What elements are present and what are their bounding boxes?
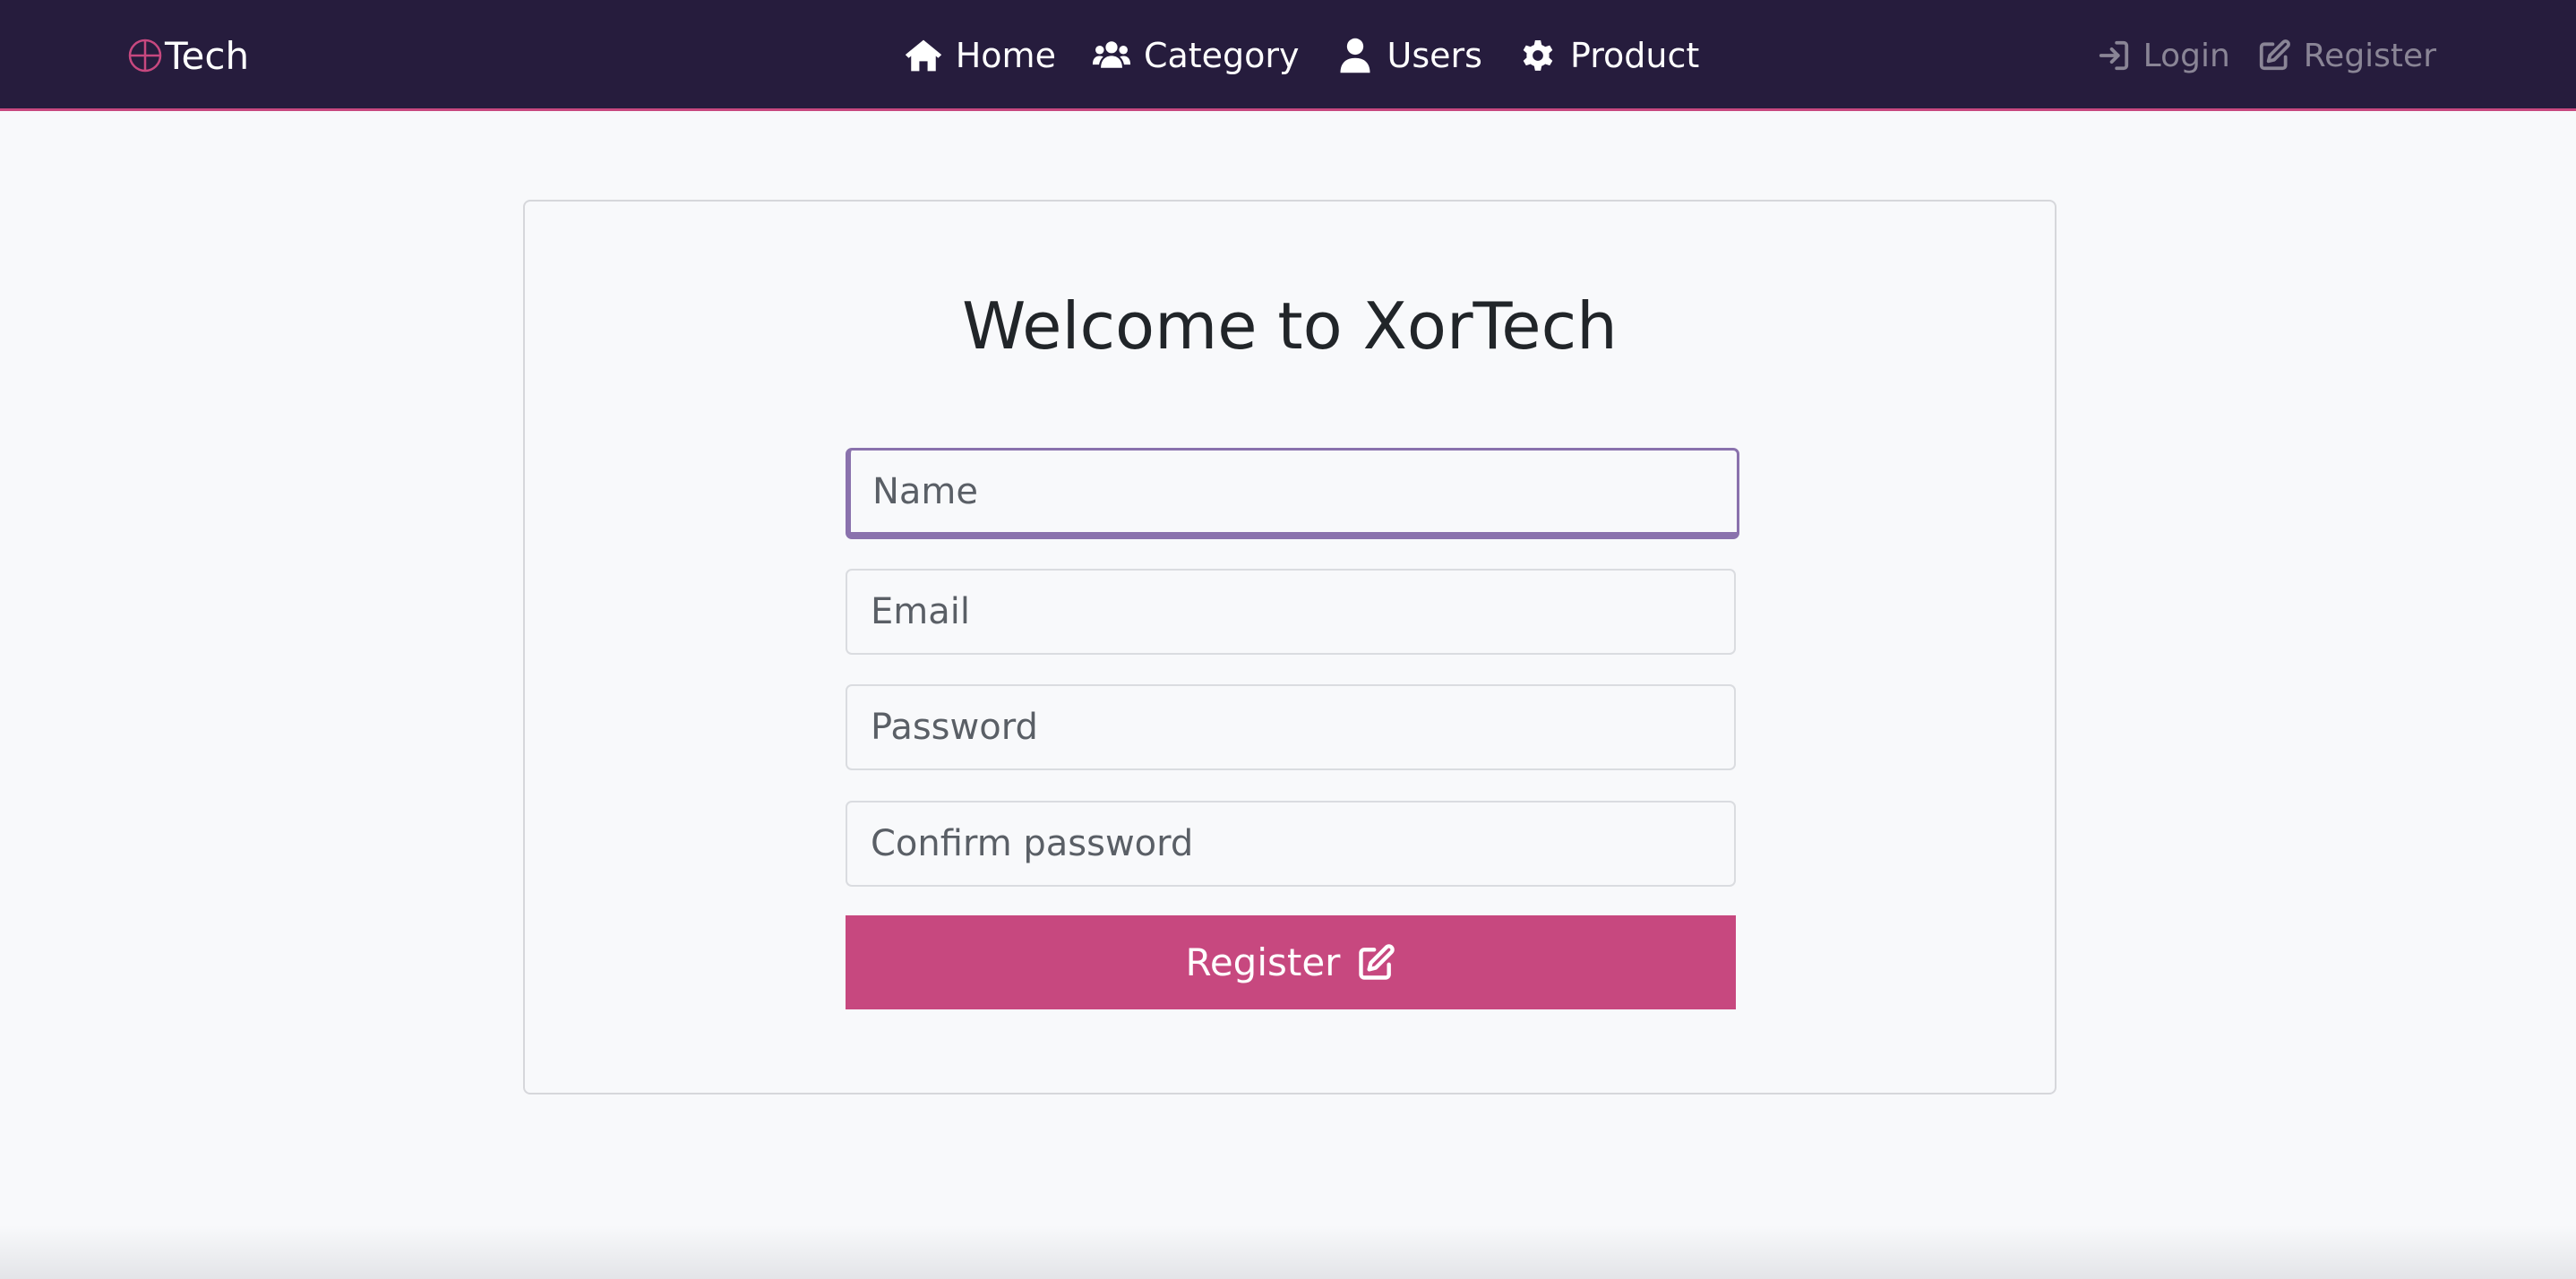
home-icon: [905, 39, 941, 72]
register-button[interactable]: Register: [846, 915, 1736, 1009]
nav-login-label: Login: [2142, 37, 2230, 74]
edit-icon: [1359, 943, 1395, 980]
nav-users-label: Users: [1387, 36, 1482, 75]
name-input[interactable]: [846, 448, 1739, 539]
sign-in-icon: [2099, 40, 2128, 71]
top-navbar: Tech Home Category Users Product Login R…: [0, 0, 2576, 111]
nav-product[interactable]: Product: [1518, 36, 1699, 75]
page-title: Welcome to XorTech: [962, 288, 1618, 364]
nav-home-label: Home: [955, 36, 1056, 75]
nav-register-label: Register: [2303, 37, 2436, 74]
register-button-label: Register: [1185, 940, 1341, 984]
confirm-password-input[interactable]: [846, 801, 1736, 887]
nav-category[interactable]: Category: [1092, 36, 1300, 75]
nav-category-label: Category: [1143, 36, 1300, 75]
nav-users[interactable]: Users: [1335, 36, 1482, 75]
gear-icon: [1523, 39, 1553, 71]
email-input[interactable]: [846, 569, 1736, 655]
bottom-shadow: [0, 1225, 2576, 1279]
nav-home[interactable]: Home: [904, 36, 1056, 75]
users-group-icon: [1092, 41, 1131, 68]
nav-register[interactable]: Register: [2257, 38, 2436, 74]
user-icon: [1340, 38, 1370, 73]
nav-product-label: Product: [1569, 36, 1700, 75]
register-card: Welcome to XorTech Register: [523, 200, 2057, 1094]
auth-nav: Login Register: [2097, 0, 2436, 111]
nav-login[interactable]: Login: [2097, 38, 2230, 74]
edit-icon: [2259, 39, 2290, 71]
password-input[interactable]: [846, 684, 1736, 770]
